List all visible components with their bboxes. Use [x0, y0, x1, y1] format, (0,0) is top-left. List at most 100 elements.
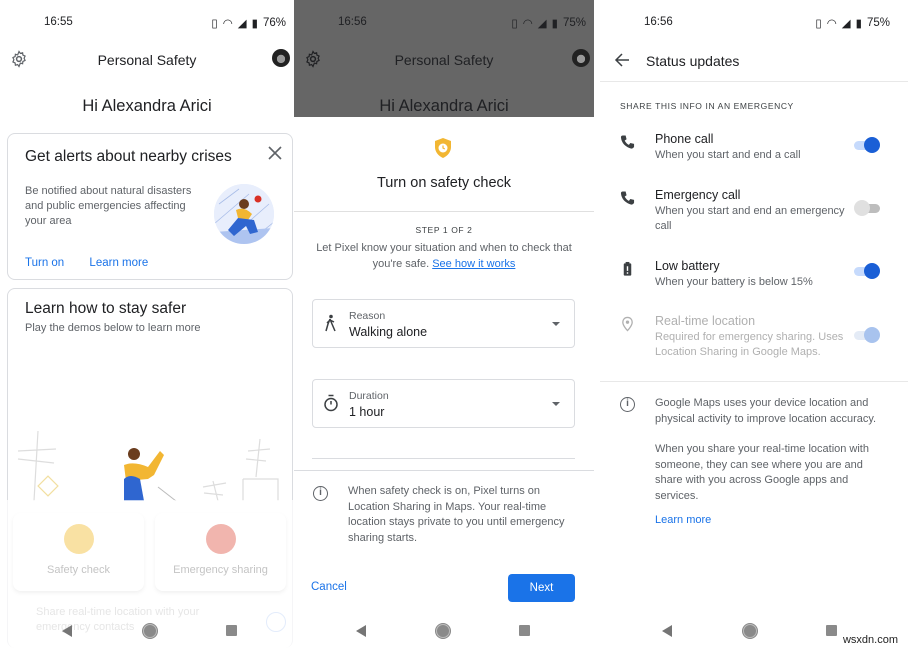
phone-icon: [620, 135, 635, 149]
dropdown-arrow-icon: [552, 402, 560, 406]
info-icon: i: [313, 486, 328, 501]
battery-alert-icon: [623, 261, 632, 276]
nav-back-icon[interactable]: [62, 625, 72, 637]
nav-home-icon[interactable]: [436, 624, 450, 638]
learn-more-link[interactable]: Learn more: [89, 257, 148, 269]
vibrate-icon: ▯: [815, 18, 822, 30]
location-info: Google Maps uses your device location an…: [655, 396, 890, 519]
status-bar: 16:55 ▯ ◠ ◢ ▮ 76%: [0, 0, 294, 44]
safety-check-setup-screen: 16:56 ▯ ◠ ◢ ▮ 75% Personal Safety Hi Ale…: [294, 0, 594, 650]
tile-label: Emergency sharing: [173, 564, 268, 576]
location-broadcast-icon: [205, 524, 236, 554]
row-title: Phone call: [655, 132, 714, 146]
emergency-call-toggle[interactable]: [854, 200, 880, 216]
battery-icon: ▮: [855, 18, 862, 30]
battery-icon: ▮: [251, 18, 258, 30]
section-header: SHARE THIS INFO IN AN EMERGENCY: [620, 101, 794, 111]
close-icon[interactable]: [268, 146, 282, 160]
demo-illustration: [17, 430, 279, 501]
divider: [294, 470, 594, 471]
app-bar: Personal Safety: [0, 44, 294, 76]
low-battery-toggle[interactable]: [854, 263, 880, 279]
dropdown-arrow-icon: [552, 322, 560, 326]
info-paragraph: Google Maps uses your device location an…: [655, 397, 877, 425]
screenshot-collage: 16:55 ▯ ◠ ◢ ▮ 76% Personal Safety Hi Ale…: [0, 0, 908, 650]
step-description: Let Pixel know your situation and when t…: [308, 241, 580, 272]
nav-back-icon[interactable]: [662, 625, 672, 637]
row-subtitle: When your battery is below 15%: [655, 276, 813, 288]
nav-bar: [0, 612, 294, 650]
status-updates-screen: 16:56 ▯ ◠ ◢ ▮ 75% Status updates SHARE T…: [600, 0, 908, 650]
tile-label: Safety check: [47, 564, 110, 576]
safety-check-info: When safety check is on, Pixel turns on …: [348, 485, 565, 544]
next-button[interactable]: Next: [508, 574, 575, 602]
greeting: Hi Alexandra Arici: [379, 97, 509, 115]
account-avatar[interactable]: [272, 49, 290, 67]
duration-value: 1 hour: [349, 405, 385, 419]
crisis-alerts-card: Get alerts about nearby crises Be notifi…: [7, 133, 293, 280]
greeting: Hi Alexandra Arici: [82, 97, 212, 115]
nav-home-icon[interactable]: [143, 624, 157, 638]
nav-recents-icon[interactable]: [226, 625, 237, 636]
status-time: 16:55: [44, 16, 73, 28]
reason-value: Walking alone: [349, 325, 428, 339]
status-time: 16:56: [644, 16, 673, 28]
timer-icon: [324, 394, 338, 412]
battery-percent: 75%: [866, 17, 890, 29]
row-subtitle: When you start and end a call: [655, 149, 801, 161]
signal-icon: ◢: [237, 18, 247, 30]
app-title: Personal Safety: [97, 52, 197, 68]
phone-icon: [620, 191, 635, 205]
vibrate-icon: ▯: [211, 18, 218, 30]
phone-call-toggle[interactable]: [854, 137, 880, 153]
nav-home-icon[interactable]: [743, 624, 757, 638]
learn-more-link[interactable]: Learn more: [655, 514, 711, 526]
back-arrow-icon[interactable]: [614, 52, 630, 68]
row-title: Real-time location: [655, 314, 756, 328]
wifi-icon: ◠: [826, 18, 837, 30]
duration-dropdown[interactable]: Duration 1 hour: [312, 379, 575, 428]
nav-recents-icon[interactable]: [519, 625, 530, 636]
safety-check-sheet: Turn on safety check STEP 1 OF 2 Let Pix…: [294, 117, 594, 650]
location-pin-icon: [622, 316, 633, 332]
card-title: Learn how to stay safer: [25, 300, 187, 317]
see-how-it-works-link[interactable]: See how it works: [432, 258, 515, 270]
personal-safety-home-screen: 16:55 ▯ ◠ ◢ ▮ 76% Personal Safety Hi Ale…: [0, 0, 294, 650]
reason-dropdown[interactable]: Reason Walking alone: [312, 299, 575, 348]
top-app-bar: Status updates: [600, 44, 908, 82]
divider: [312, 458, 575, 459]
card-actions: Turn on Learn more: [25, 257, 170, 269]
status-bar: 16:56 ▯ ◠ ◢ ▮ 75%: [600, 0, 908, 44]
row-title: Emergency call: [655, 188, 741, 202]
row-title: Low battery: [655, 259, 720, 273]
turn-on-link[interactable]: Turn on: [25, 257, 64, 269]
row-subtitle: Required for emergency sharing. Uses Loc…: [655, 331, 844, 358]
info-icon: i: [620, 397, 635, 412]
info-paragraph: When you share your real-time location w…: [655, 443, 869, 502]
shield-clock-icon: [435, 138, 451, 158]
watermark: wsxdn.com: [842, 634, 898, 646]
safety-check-tile[interactable]: Safety check: [13, 513, 144, 591]
card-description: Be notified about natural disasters and …: [25, 185, 192, 227]
walking-icon: [325, 314, 336, 332]
nav-recents-icon[interactable]: [826, 625, 837, 636]
app-title: Personal Safety: [394, 52, 494, 68]
cancel-button[interactable]: Cancel: [311, 581, 347, 593]
step-indicator: STEP 1 OF 2: [415, 225, 473, 235]
emergency-sharing-tile[interactable]: Emergency sharing: [155, 513, 286, 591]
wifi-icon: ◠: [222, 18, 233, 30]
divider: [294, 211, 594, 212]
wifi-icon: ◠: [522, 18, 533, 30]
duration-label: Duration: [349, 390, 389, 402]
status-bar: 16:56 ▯ ◠ ◢ ▮ 75%: [294, 0, 594, 44]
battery-percent: 75%: [562, 17, 586, 29]
signal-icon: ◢: [537, 18, 547, 30]
card-subtitle: Play the demos below to learn more: [25, 322, 201, 334]
sheet-title: Turn on safety check: [376, 175, 512, 191]
account-avatar: [572, 49, 590, 67]
battery-icon: ▮: [551, 18, 558, 30]
nav-back-icon[interactable]: [356, 625, 366, 637]
status-time: 16:56: [338, 16, 367, 28]
vibrate-icon: ▯: [511, 18, 518, 30]
shield-clock-icon: [63, 524, 94, 554]
